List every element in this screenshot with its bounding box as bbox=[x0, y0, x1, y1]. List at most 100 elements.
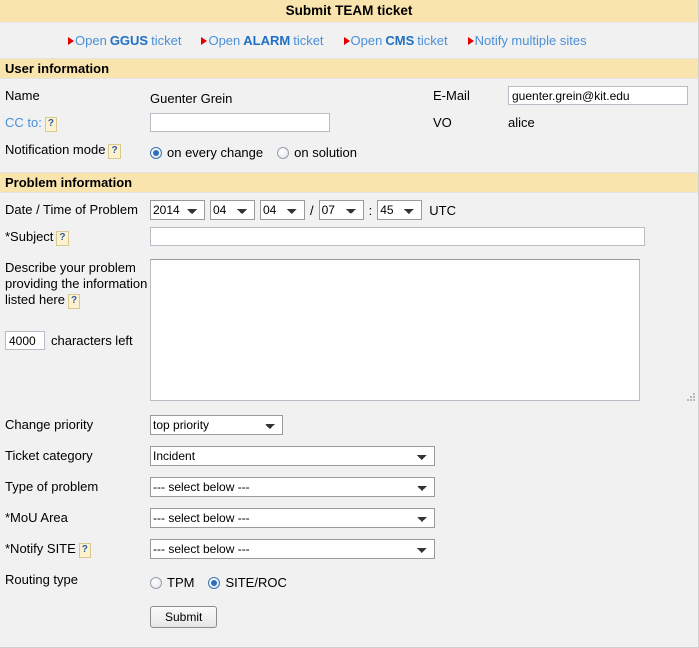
link-text-strong: CMS bbox=[385, 33, 415, 48]
radio-label: on solution bbox=[294, 145, 358, 160]
description-textarea[interactable] bbox=[150, 259, 640, 401]
minute-select[interactable]: 45 bbox=[377, 200, 423, 220]
ticket-category-row: Ticket category Incident bbox=[0, 443, 698, 470]
subject-help-icon[interactable]: ? bbox=[56, 231, 69, 246]
name-value: Guenter Grein bbox=[150, 91, 233, 106]
resize-handle-icon[interactable] bbox=[686, 392, 695, 401]
notification-mode-row: Notification mode? on every change on so… bbox=[0, 137, 698, 164]
notify-site-label: *Notify SITE? bbox=[5, 536, 150, 558]
type-of-problem-label: Type of problem bbox=[5, 479, 99, 494]
radio-label: on every change bbox=[167, 145, 264, 160]
radio-icon[interactable] bbox=[150, 146, 162, 159]
submit-team-ticket-page: Submit TEAM ticket Open GGUS ticket Open… bbox=[0, 0, 699, 648]
mou-area-label: *MoU Area bbox=[5, 510, 68, 525]
open-ggus-ticket-link[interactable]: Open GGUS ticket bbox=[68, 33, 181, 48]
notify-site-label-text: *Notify SITE bbox=[5, 541, 76, 556]
description-label-line3: listed here bbox=[5, 292, 65, 307]
open-cms-ticket-link[interactable]: Open CMS ticket bbox=[343, 33, 448, 48]
radio-label: SITE/ROC bbox=[225, 575, 287, 590]
datetime-row: Date / Time of Problem 2014 04 04 / 07 :… bbox=[0, 197, 698, 224]
notify-site-select[interactable]: --- select below --- bbox=[150, 539, 435, 559]
open-alarm-ticket-link[interactable]: Open ALARM ticket bbox=[201, 33, 324, 48]
notification-mode-help-icon[interactable]: ? bbox=[108, 144, 121, 159]
notification-mode-label-text: Notification mode bbox=[5, 142, 106, 157]
notify-multiple-sites-link[interactable]: Notify multiple sites bbox=[467, 33, 587, 48]
subject-label-text: *Subject bbox=[5, 229, 54, 244]
hour-select[interactable]: 07 bbox=[318, 200, 364, 220]
subject-label: *Subject? bbox=[5, 224, 150, 246]
description-help-icon[interactable]: ? bbox=[67, 294, 81, 309]
arrow-icon bbox=[343, 36, 350, 45]
type-of-problem-row: Type of problem --- select below --- bbox=[0, 474, 698, 501]
link-text-suffix: ticket bbox=[293, 33, 324, 48]
cc-label-link[interactable]: CC to: bbox=[5, 115, 42, 130]
description-label-line1: Describe your problem bbox=[5, 260, 136, 275]
user-information-form: Name Guenter Grein E-Mail CC to:? VO ali… bbox=[0, 79, 698, 172]
routing-type-radio-group: TPM SITE/ROC bbox=[150, 570, 698, 590]
description-label-line2: providing the information bbox=[5, 276, 148, 291]
link-text-strong: ALARM bbox=[243, 33, 291, 48]
type-of-problem-select[interactable]: --- select below --- bbox=[150, 477, 435, 497]
notify-site-row: *Notify SITE? --- select below --- bbox=[0, 536, 698, 563]
vo-value: alice bbox=[508, 115, 535, 130]
characters-left-label: characters left bbox=[51, 332, 133, 348]
notify-site-help-icon[interactable]: ? bbox=[78, 543, 91, 558]
arrow-icon bbox=[201, 36, 208, 45]
month-select[interactable]: 04 bbox=[210, 200, 255, 220]
subject-input[interactable] bbox=[150, 227, 645, 246]
link-text-suffix: ticket bbox=[417, 33, 448, 48]
notification-mode-label: Notification mode? bbox=[5, 137, 150, 159]
email-label: E-Mail bbox=[433, 88, 470, 103]
quick-links-nav: Open GGUS ticket Open ALARM ticket Open … bbox=[0, 23, 698, 58]
problem-information-header: Problem information bbox=[0, 172, 698, 193]
name-row: Name Guenter Grein E-Mail bbox=[0, 83, 698, 110]
ticket-category-select[interactable]: Incident bbox=[150, 446, 435, 466]
mou-area-select[interactable]: --- select below --- bbox=[150, 508, 435, 528]
vo-label: VO bbox=[433, 115, 452, 130]
notification-mode-option-on-every-change[interactable]: on every change bbox=[150, 145, 263, 160]
arrow-icon bbox=[68, 36, 74, 45]
link-text-prefix: Open bbox=[208, 33, 241, 48]
day-select[interactable]: 04 bbox=[260, 200, 305, 220]
routing-type-label: Routing type bbox=[5, 572, 78, 587]
link-text-strong: GGUS bbox=[109, 33, 149, 48]
link-text-prefix: Open bbox=[350, 33, 383, 48]
priority-row: Change priority top priority bbox=[0, 412, 698, 439]
notification-mode-radio-group: on every change on solution bbox=[150, 140, 698, 160]
description-label: Describe your problem providing the info… bbox=[5, 255, 150, 350]
name-label: Name bbox=[5, 88, 40, 103]
subject-row: *Subject? bbox=[0, 224, 698, 251]
priority-label: Change priority bbox=[5, 417, 94, 432]
description-row: Describe your problem providing the info… bbox=[0, 255, 698, 404]
radio-icon[interactable] bbox=[150, 576, 162, 589]
notification-mode-option-on-solution[interactable]: on solution bbox=[277, 145, 357, 160]
routing-type-option-tpm[interactable]: TPM bbox=[150, 575, 194, 590]
priority-select[interactable]: top priority bbox=[150, 415, 283, 435]
characters-left-field bbox=[5, 331, 45, 350]
submit-row: Submit bbox=[0, 594, 698, 628]
submit-button[interactable]: Submit bbox=[150, 606, 218, 628]
datetime-label: Date / Time of Problem bbox=[5, 202, 138, 217]
cc-row: CC to:? VO alice bbox=[0, 110, 698, 137]
page-title: Submit TEAM ticket bbox=[0, 0, 698, 23]
arrow-icon bbox=[467, 36, 474, 45]
ticket-category-label: Ticket category bbox=[5, 448, 93, 463]
year-select[interactable]: 2014 bbox=[150, 200, 205, 220]
problem-information-form: Date / Time of Problem 2014 04 04 / 07 :… bbox=[0, 193, 698, 628]
mou-area-row: *MoU Area --- select below --- bbox=[0, 505, 698, 532]
cc-help-icon[interactable]: ? bbox=[44, 117, 57, 132]
radio-icon[interactable] bbox=[277, 146, 290, 159]
user-information-header: User information bbox=[0, 58, 698, 79]
radio-icon[interactable] bbox=[208, 576, 221, 589]
characters-left-row: characters left bbox=[5, 331, 150, 350]
timezone-label: UTC bbox=[429, 202, 456, 218]
link-text-prefix: Open bbox=[75, 33, 107, 48]
date-separator: / bbox=[310, 202, 314, 218]
routing-type-option-site-roc[interactable]: SITE/ROC bbox=[208, 575, 287, 590]
link-text-suffix: ticket bbox=[151, 33, 182, 48]
time-separator: : bbox=[368, 202, 373, 218]
link-text-prefix: Notify multiple sites bbox=[474, 33, 587, 48]
email-field[interactable] bbox=[508, 86, 688, 105]
cc-input[interactable] bbox=[150, 113, 330, 132]
cc-label: CC to:? bbox=[5, 110, 150, 132]
